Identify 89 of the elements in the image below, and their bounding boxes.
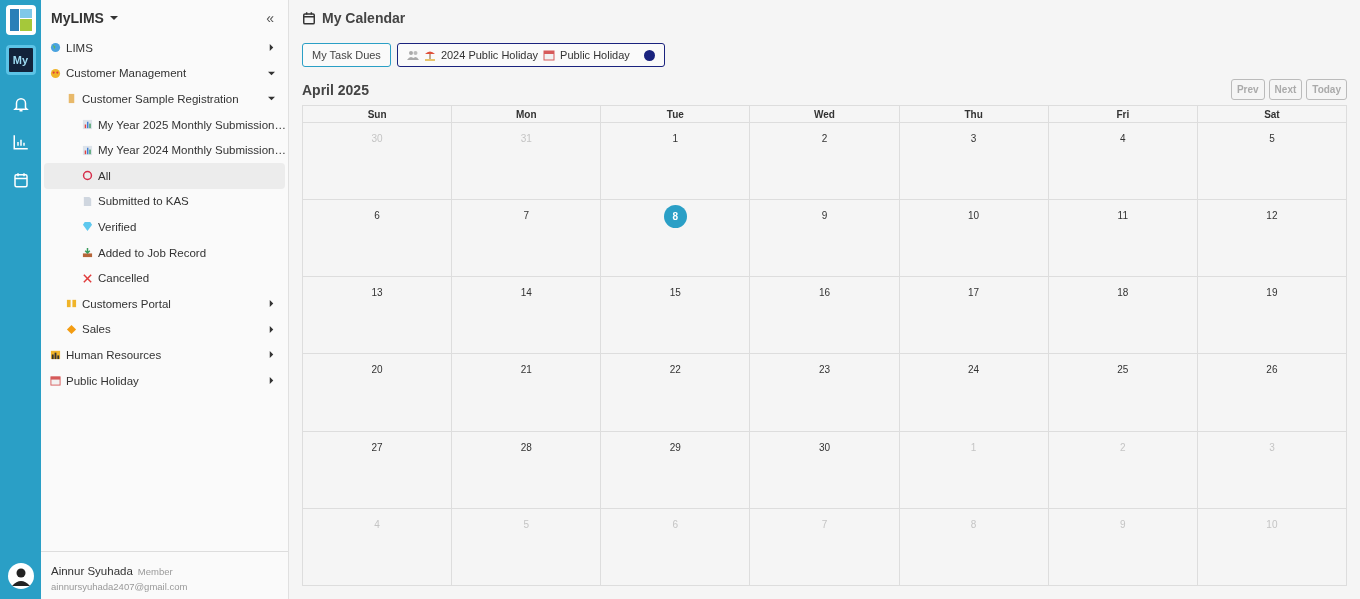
menu-item[interactable]: Customers Portal	[44, 290, 285, 317]
weekday-header: Fri	[1048, 106, 1198, 123]
day-number[interactable]: 16	[818, 287, 831, 299]
download-tray-icon	[82, 247, 93, 259]
caret-down-icon	[268, 95, 275, 103]
menu-item[interactable]: Submitted to KAS	[44, 188, 285, 215]
task-dues-button[interactable]: My Task Dues	[302, 43, 391, 67]
day-number[interactable]: 18	[1117, 287, 1129, 299]
caret-down-icon[interactable]	[109, 14, 118, 22]
menu-item[interactable]: Added to Job Record	[44, 239, 285, 266]
day-number[interactable]: 13	[371, 287, 383, 299]
day-number[interactable]: 9	[821, 210, 828, 222]
bar-chart-icon[interactable]	[11, 133, 30, 151]
user-email: ainnursyuhada2407@gmail.com	[51, 581, 189, 592]
day-number[interactable]: 21	[520, 364, 532, 376]
user-name: Ainnur Syuhada	[51, 565, 133, 577]
cross-icon	[82, 272, 93, 284]
day-number[interactable]: 19	[1266, 287, 1278, 299]
day-number[interactable]: 10	[968, 210, 980, 222]
menu-item[interactable]: My Year 2024 Monthly Submission…	[44, 137, 285, 163]
day-number[interactable]: 3	[970, 133, 977, 144]
day-number[interactable]: 25	[1117, 364, 1129, 376]
day-number[interactable]: 4	[1120, 133, 1126, 144]
weekday-header: Mon	[452, 106, 602, 123]
weekday-header: Sat	[1197, 106, 1347, 123]
calendar-icon[interactable]	[11, 171, 30, 189]
day-number[interactable]: 12	[1266, 210, 1278, 222]
collapse-icon[interactable]: «	[266, 10, 274, 26]
app-logo[interactable]	[5, 5, 36, 35]
day-number[interactable]: 29	[669, 441, 681, 453]
menu-item[interactable]: Public Holiday	[44, 367, 285, 394]
day-number[interactable]: 17	[968, 287, 980, 299]
day-number[interactable]: 5	[1269, 133, 1275, 144]
day-number[interactable]: 23	[818, 364, 831, 376]
menu-item[interactable]: Human Resources	[44, 342, 285, 368]
caret-right-icon	[268, 351, 275, 359]
weekday-header: Tue	[601, 106, 751, 123]
document-icon	[82, 195, 93, 207]
bell-icon[interactable]	[11, 95, 30, 113]
bar-chart-icon	[82, 119, 93, 131]
caret-right-icon	[268, 325, 275, 333]
month-title: April 2025	[302, 81, 369, 98]
day-number[interactable]: 24	[968, 364, 980, 376]
day-number[interactable]: 26	[1266, 364, 1278, 376]
weekday-header: Thu	[899, 106, 1049, 123]
menu-item[interactable]: Sales	[44, 316, 285, 343]
day-number[interactable]: 28	[520, 441, 532, 453]
smiley-icon	[50, 67, 61, 79]
menu-item[interactable]: Customer Management	[44, 60, 285, 87]
day-number[interactable]: 15	[669, 287, 681, 299]
app-title[interactable]: MyLIMS	[51, 10, 104, 26]
day-number[interactable]: 7	[523, 210, 529, 222]
day-number[interactable]: 27	[371, 441, 383, 453]
my-badge[interactable]: My	[5, 45, 36, 75]
day-number[interactable]: 2	[821, 133, 828, 144]
bar-chart-icon	[82, 144, 93, 156]
menu-item[interactable]: My Year 2025 Monthly Submission…	[44, 111, 285, 138]
menu-item[interactable]: Verified	[44, 214, 285, 240]
day-number[interactable]: 20	[371, 364, 383, 376]
ring-icon	[82, 170, 93, 182]
gem-icon	[82, 221, 93, 233]
menu-item[interactable]: Customer Sample Registration	[44, 86, 285, 112]
menu-item[interactable]: All	[44, 162, 285, 189]
day-number[interactable]: 11	[1117, 210, 1128, 222]
calendar-icon	[302, 11, 316, 25]
avatar[interactable]	[7, 563, 34, 589]
diamond-icon	[66, 323, 77, 335]
weekday-header: Sun	[303, 106, 453, 123]
caret-right-icon	[268, 300, 275, 308]
day-number[interactable]: 1	[672, 133, 679, 144]
menu-item[interactable]: Cancelled	[44, 265, 285, 291]
user-role: Member	[137, 566, 173, 577]
calendar-icon	[543, 49, 556, 61]
caret-right-icon	[268, 44, 275, 52]
weekday-header: Wed	[750, 106, 900, 123]
day-number[interactable]: 6	[374, 210, 380, 222]
caret-right-icon	[268, 377, 275, 384]
day-number[interactable]: 14	[520, 287, 532, 299]
legend-label: 2024 Public Holiday	[440, 49, 539, 61]
legend-label: Public Holiday	[560, 49, 630, 61]
page-title: My Calendar	[322, 10, 406, 26]
globe-icon	[50, 42, 61, 54]
day-number[interactable]: 22	[669, 364, 681, 376]
menu-item[interactable]: LIMS	[44, 35, 285, 61]
beach-umbrella-icon	[423, 49, 436, 61]
day-number[interactable]: 30	[818, 441, 831, 453]
calendar-icon	[50, 375, 61, 386]
caret-down-icon	[268, 69, 275, 77]
calendar-legend[interactable]: 2024 Public Holiday Public Holiday	[396, 43, 665, 67]
